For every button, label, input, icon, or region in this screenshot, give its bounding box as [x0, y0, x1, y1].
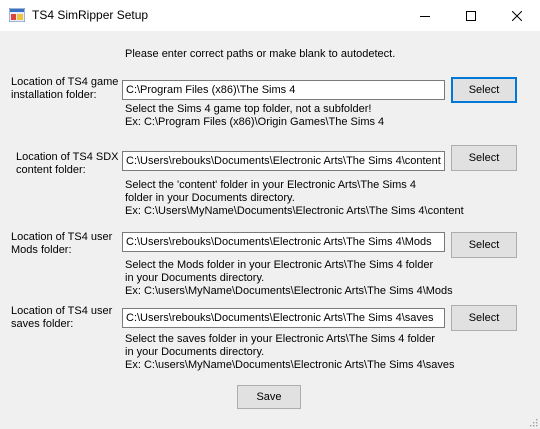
mods-folder-label-line1: Location of TS4 user — [11, 231, 113, 243]
saves-folder-label-line2: saves folder: — [11, 318, 74, 330]
mods-folder-label: Location of TS4 user Mods folder: — [11, 231, 112, 257]
mods-folder-select-button[interactable]: Select — [451, 232, 517, 258]
saves-folder-select-button[interactable]: Select — [451, 305, 517, 331]
saves-folder-help-line1: Select the saves folder in your Electron… — [125, 333, 435, 345]
game-folder-help-line1: Select the Sims 4 game top folder, not a… — [125, 103, 372, 115]
mods-folder-label-line2: Mods folder: — [11, 244, 72, 256]
content-folder-label-line2: content folder: — [16, 164, 86, 176]
content-folder-help: Select the 'content' folder in your Elec… — [125, 179, 464, 218]
game-folder-label: Location of TS4 game installation folder… — [11, 76, 118, 102]
game-folder-label-line1: Location of TS4 game — [11, 76, 119, 88]
game-folder-select-button[interactable]: Select — [451, 77, 517, 103]
resize-grip-icon[interactable] — [528, 417, 538, 427]
saves-folder-help-line3: Ex: C:\users\MyName\Documents\Electronic… — [125, 359, 455, 371]
mods-folder-input[interactable]: C:\Users\rebouks\Documents\Electronic Ar… — [122, 232, 445, 252]
maximize-icon — [466, 10, 476, 21]
content-folder-label: Location of TS4 SDX content folder: — [16, 151, 119, 177]
mods-folder-help-line2: in your Documents directory. — [125, 272, 265, 284]
saves-folder-help: Select the saves folder in your Electron… — [125, 333, 455, 372]
content-folder-select-button[interactable]: Select — [451, 145, 517, 171]
intro-text: Please enter correct paths or make blank… — [125, 48, 396, 60]
app-icon — [9, 8, 25, 22]
content-folder-input[interactable]: C:\Users\rebouks\Documents\Electronic Ar… — [122, 151, 445, 171]
game-folder-label-line2: installation folder: — [11, 89, 97, 101]
saves-folder-label: Location of TS4 user saves folder: — [11, 305, 112, 331]
dialog-body: Please enter correct paths or make blank… — [0, 31, 540, 429]
mods-folder-help: Select the Mods folder in your Electroni… — [125, 259, 453, 298]
game-folder-input[interactable]: C:\Program Files (x86)\The Sims 4 — [122, 80, 445, 100]
game-folder-help: Select the Sims 4 game top folder, not a… — [125, 103, 384, 129]
minimize-icon — [420, 15, 430, 17]
mods-folder-help-line1: Select the Mods folder in your Electroni… — [125, 259, 434, 271]
game-folder-help-line2: Ex: C:\Program Files (x86)\Origin Games\… — [125, 116, 385, 128]
close-icon — [512, 10, 522, 21]
minimize-button[interactable] — [402, 0, 448, 31]
saves-folder-input[interactable]: C:\Users\rebouks\Documents\Electronic Ar… — [122, 308, 445, 328]
window-title: TS4 SimRipper Setup — [32, 8, 149, 22]
content-folder-help-line3: Ex: C:\Users\MyName\Documents\Electronic… — [125, 205, 464, 217]
content-folder-label-line1: Location of TS4 SDX — [16, 151, 119, 163]
content-folder-help-line1: Select the 'content' folder in your Elec… — [125, 179, 416, 191]
save-button[interactable]: Save — [237, 385, 301, 409]
close-button[interactable] — [494, 0, 540, 31]
maximize-button[interactable] — [448, 0, 494, 31]
saves-folder-label-line1: Location of TS4 user — [11, 305, 113, 317]
saves-folder-help-line2: in your Documents directory. — [125, 346, 265, 358]
title-bar[interactable]: TS4 SimRipper Setup — [0, 0, 540, 31]
mods-folder-help-line3: Ex: C:\users\MyName\Documents\Electronic… — [125, 285, 453, 297]
content-folder-help-line2: folder in your Documents directory. — [125, 192, 295, 204]
